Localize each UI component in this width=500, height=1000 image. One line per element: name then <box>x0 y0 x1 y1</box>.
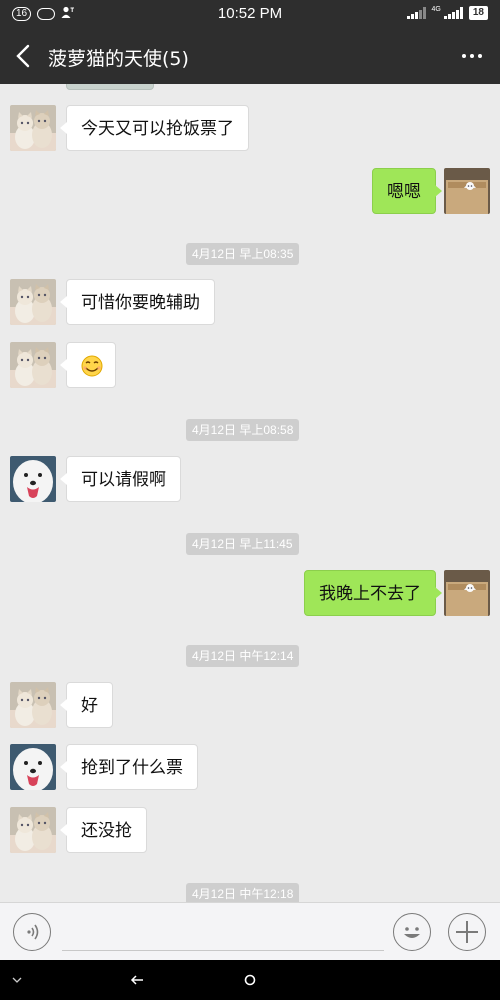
cat-in-box-avatar-icon <box>444 168 490 214</box>
status-right-icons: 4G 18 <box>406 6 488 20</box>
message-input-bar <box>0 902 500 960</box>
message-list[interactable]: 今天又可以抢饭票了 嗯嗯 4月12日 早上08:35 可惜你要晚辅助 4月12日… <box>0 84 500 902</box>
two-cats-avatar-icon <box>10 682 56 728</box>
more-dot-icon <box>478 54 482 58</box>
message-bubble-incoming[interactable]: 还没抢 <box>60 807 147 853</box>
chevron-left-icon <box>16 44 30 68</box>
avatar-cats[interactable] <box>10 807 56 853</box>
chat-title: 菠萝猫的天使(5) <box>48 48 189 70</box>
cat-in-box-avatar-icon <box>444 570 490 616</box>
status-bar: 16 10:52 PM 4G 18 <box>0 0 500 28</box>
message-text-field[interactable] <box>62 913 384 951</box>
more-options-button[interactable] <box>456 42 488 70</box>
system-back-button[interactable] <box>122 968 152 992</box>
avatar-dog[interactable] <box>10 744 56 790</box>
smile-emoji-icon <box>81 355 103 377</box>
two-cats-avatar-icon <box>10 279 56 325</box>
avatar-cats[interactable] <box>10 342 56 388</box>
chevron-down-icon <box>12 977 22 983</box>
voice-input-button[interactable] <box>13 913 51 951</box>
timestamp-label: 4月12日 早上08:35 <box>186 243 300 265</box>
avatar-self[interactable] <box>444 570 490 616</box>
system-home-button[interactable] <box>235 968 265 992</box>
home-circle-icon <box>244 974 256 986</box>
two-cats-avatar-icon <box>10 105 56 151</box>
timestamp-label: 4月12日 早上11:45 <box>186 533 299 555</box>
image-message-partial[interactable] <box>66 84 154 90</box>
back-button[interactable] <box>8 38 40 74</box>
plus-icon <box>455 920 478 943</box>
avatar-dog[interactable] <box>10 456 56 502</box>
chat-header: 菠萝猫的天使(5) <box>0 28 500 84</box>
battery-indicator: 18 <box>468 6 488 20</box>
avatar-cats[interactable] <box>10 279 56 325</box>
add-attachment-button[interactable] <box>448 913 486 951</box>
more-dot-icon <box>462 54 466 58</box>
signal-icon <box>406 7 426 19</box>
timestamp-label: 4月12日 早上08:58 <box>186 419 300 441</box>
hide-nav-button[interactable] <box>2 968 32 992</box>
two-cats-avatar-icon <box>10 342 56 388</box>
more-dot-icon <box>470 54 474 58</box>
voice-icon <box>26 924 38 939</box>
signal-4g-icon <box>443 7 463 19</box>
system-navigation-bar <box>0 960 500 1000</box>
samoyed-dog-avatar-icon <box>10 456 56 502</box>
message-bubble-incoming[interactable]: 可惜你要晚辅助 <box>60 279 215 325</box>
samoyed-dog-avatar-icon <box>10 744 56 790</box>
message-bubble-incoming[interactable]: 可以请假啊 <box>60 456 181 502</box>
avatar-cats[interactable] <box>10 682 56 728</box>
timestamp-label: 4月12日 中午12:14 <box>186 645 300 667</box>
message-bubble-incoming[interactable]: 今天又可以抢饭票了 <box>60 105 249 151</box>
message-bubble-outgoing[interactable]: 嗯嗯 <box>372 168 442 214</box>
message-bubble-incoming[interactable]: 好 <box>60 682 113 728</box>
message-bubble-outgoing[interactable]: 我晚上不去了 <box>304 570 442 616</box>
two-cats-avatar-icon <box>10 807 56 853</box>
timestamp-label: 4月12日 中午12:18 <box>186 883 300 902</box>
network-type-label: 4G <box>431 6 441 13</box>
avatar-cats[interactable] <box>10 105 56 151</box>
emoji-face-icon <box>403 926 420 938</box>
back-arrow-icon <box>130 975 143 985</box>
emoji-button[interactable] <box>393 913 431 951</box>
message-bubble-incoming[interactable]: 抢到了什么票 <box>60 744 198 790</box>
avatar-self[interactable] <box>444 168 490 214</box>
message-bubble-incoming[interactable] <box>60 342 116 388</box>
